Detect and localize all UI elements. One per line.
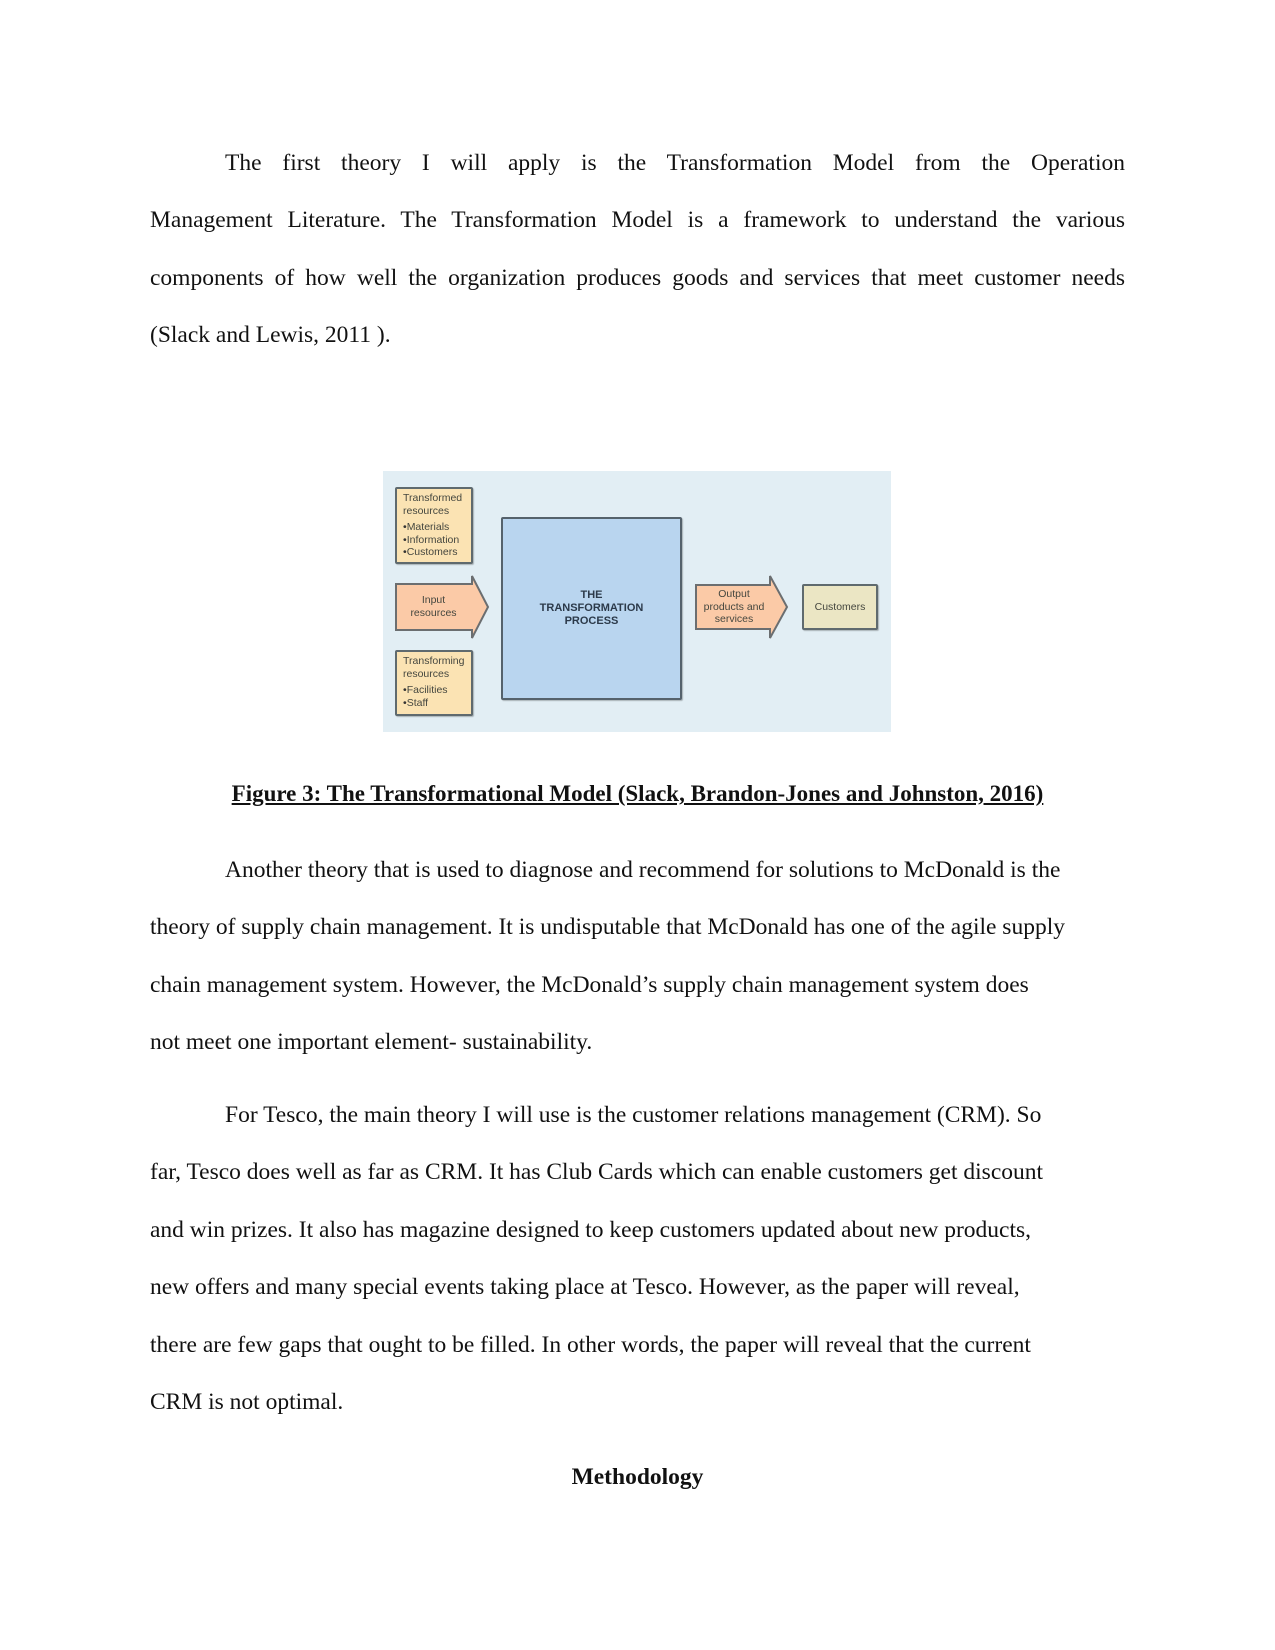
paragraph-line: Another theory that is used to diagnose …	[225, 857, 1061, 883]
section-heading-methodology: Methodology	[571, 1464, 704, 1490]
paragraph-line: theory of supply chain management. It is…	[150, 914, 1065, 940]
transforming-resources-box: Transforming resources Facilities Staff	[395, 650, 473, 716]
resource-list: Facilities Staff	[403, 684, 465, 709]
list-item: Customers	[403, 546, 465, 559]
label-line: Input	[421, 594, 446, 606]
list-item: Materials	[403, 521, 465, 534]
paragraph-line: components of how well the organization …	[150, 265, 1125, 291]
process-label: PROCESS	[564, 615, 619, 627]
paragraph-line: (Slack and Lewis, 2011 ).	[150, 322, 391, 348]
list-item: Information	[403, 534, 465, 547]
output-label: Output products and services	[696, 588, 772, 626]
paragraph-line: there are few gaps that ought to be fill…	[150, 1332, 1031, 1358]
customers-box: Customers	[802, 584, 878, 630]
paragraph-line: chain management system. However, the Mc…	[150, 972, 1029, 998]
transformed-resources-box: Transformed resources Materials Informat…	[395, 487, 473, 564]
list-item: Facilities	[403, 684, 465, 697]
transformation-model-diagram: Transformed resources Materials Informat…	[383, 471, 891, 732]
paragraph-line: far, Tesco does well as far as CRM. It h…	[150, 1159, 1044, 1185]
paragraph-line: and win prizes. It also has magazine des…	[150, 1217, 1031, 1243]
paragraph-line: For Tesco, the main theory I will use is…	[225, 1102, 1042, 1128]
paragraph-line: CRM is not optimal.	[150, 1389, 344, 1415]
paragraph-line: Management Literature. The Transformatio…	[150, 207, 1125, 233]
label-line: Output	[718, 588, 750, 600]
paragraph-line: not meet one important element- sustaina…	[150, 1029, 593, 1055]
list-item: Staff	[403, 697, 465, 710]
box-title: Transformed	[403, 492, 463, 504]
box-title: resources	[403, 504, 450, 517]
paragraph-line: new offers and many special events takin…	[150, 1274, 1020, 1300]
label-line: products and	[703, 600, 765, 613]
label-line: resources	[410, 606, 457, 619]
label-line: services	[714, 613, 754, 625]
resource-list: Materials Information Customers	[403, 521, 465, 559]
customers-label: Customers	[814, 600, 866, 613]
box-title: resources	[403, 667, 450, 680]
transformation-process-box: THE TRANSFORMATION PROCESS	[501, 517, 682, 700]
process-label: TRANSFORMATION	[539, 602, 644, 614]
process-label: THE	[580, 589, 603, 601]
input-resources-label: Input resources	[396, 594, 471, 619]
paragraph-line: The first theory I will apply is the Tra…	[225, 150, 1125, 176]
figure-caption: Figure 3: The Transformational Model (Sl…	[231, 781, 1044, 806]
box-title: Transforming	[403, 655, 465, 667]
